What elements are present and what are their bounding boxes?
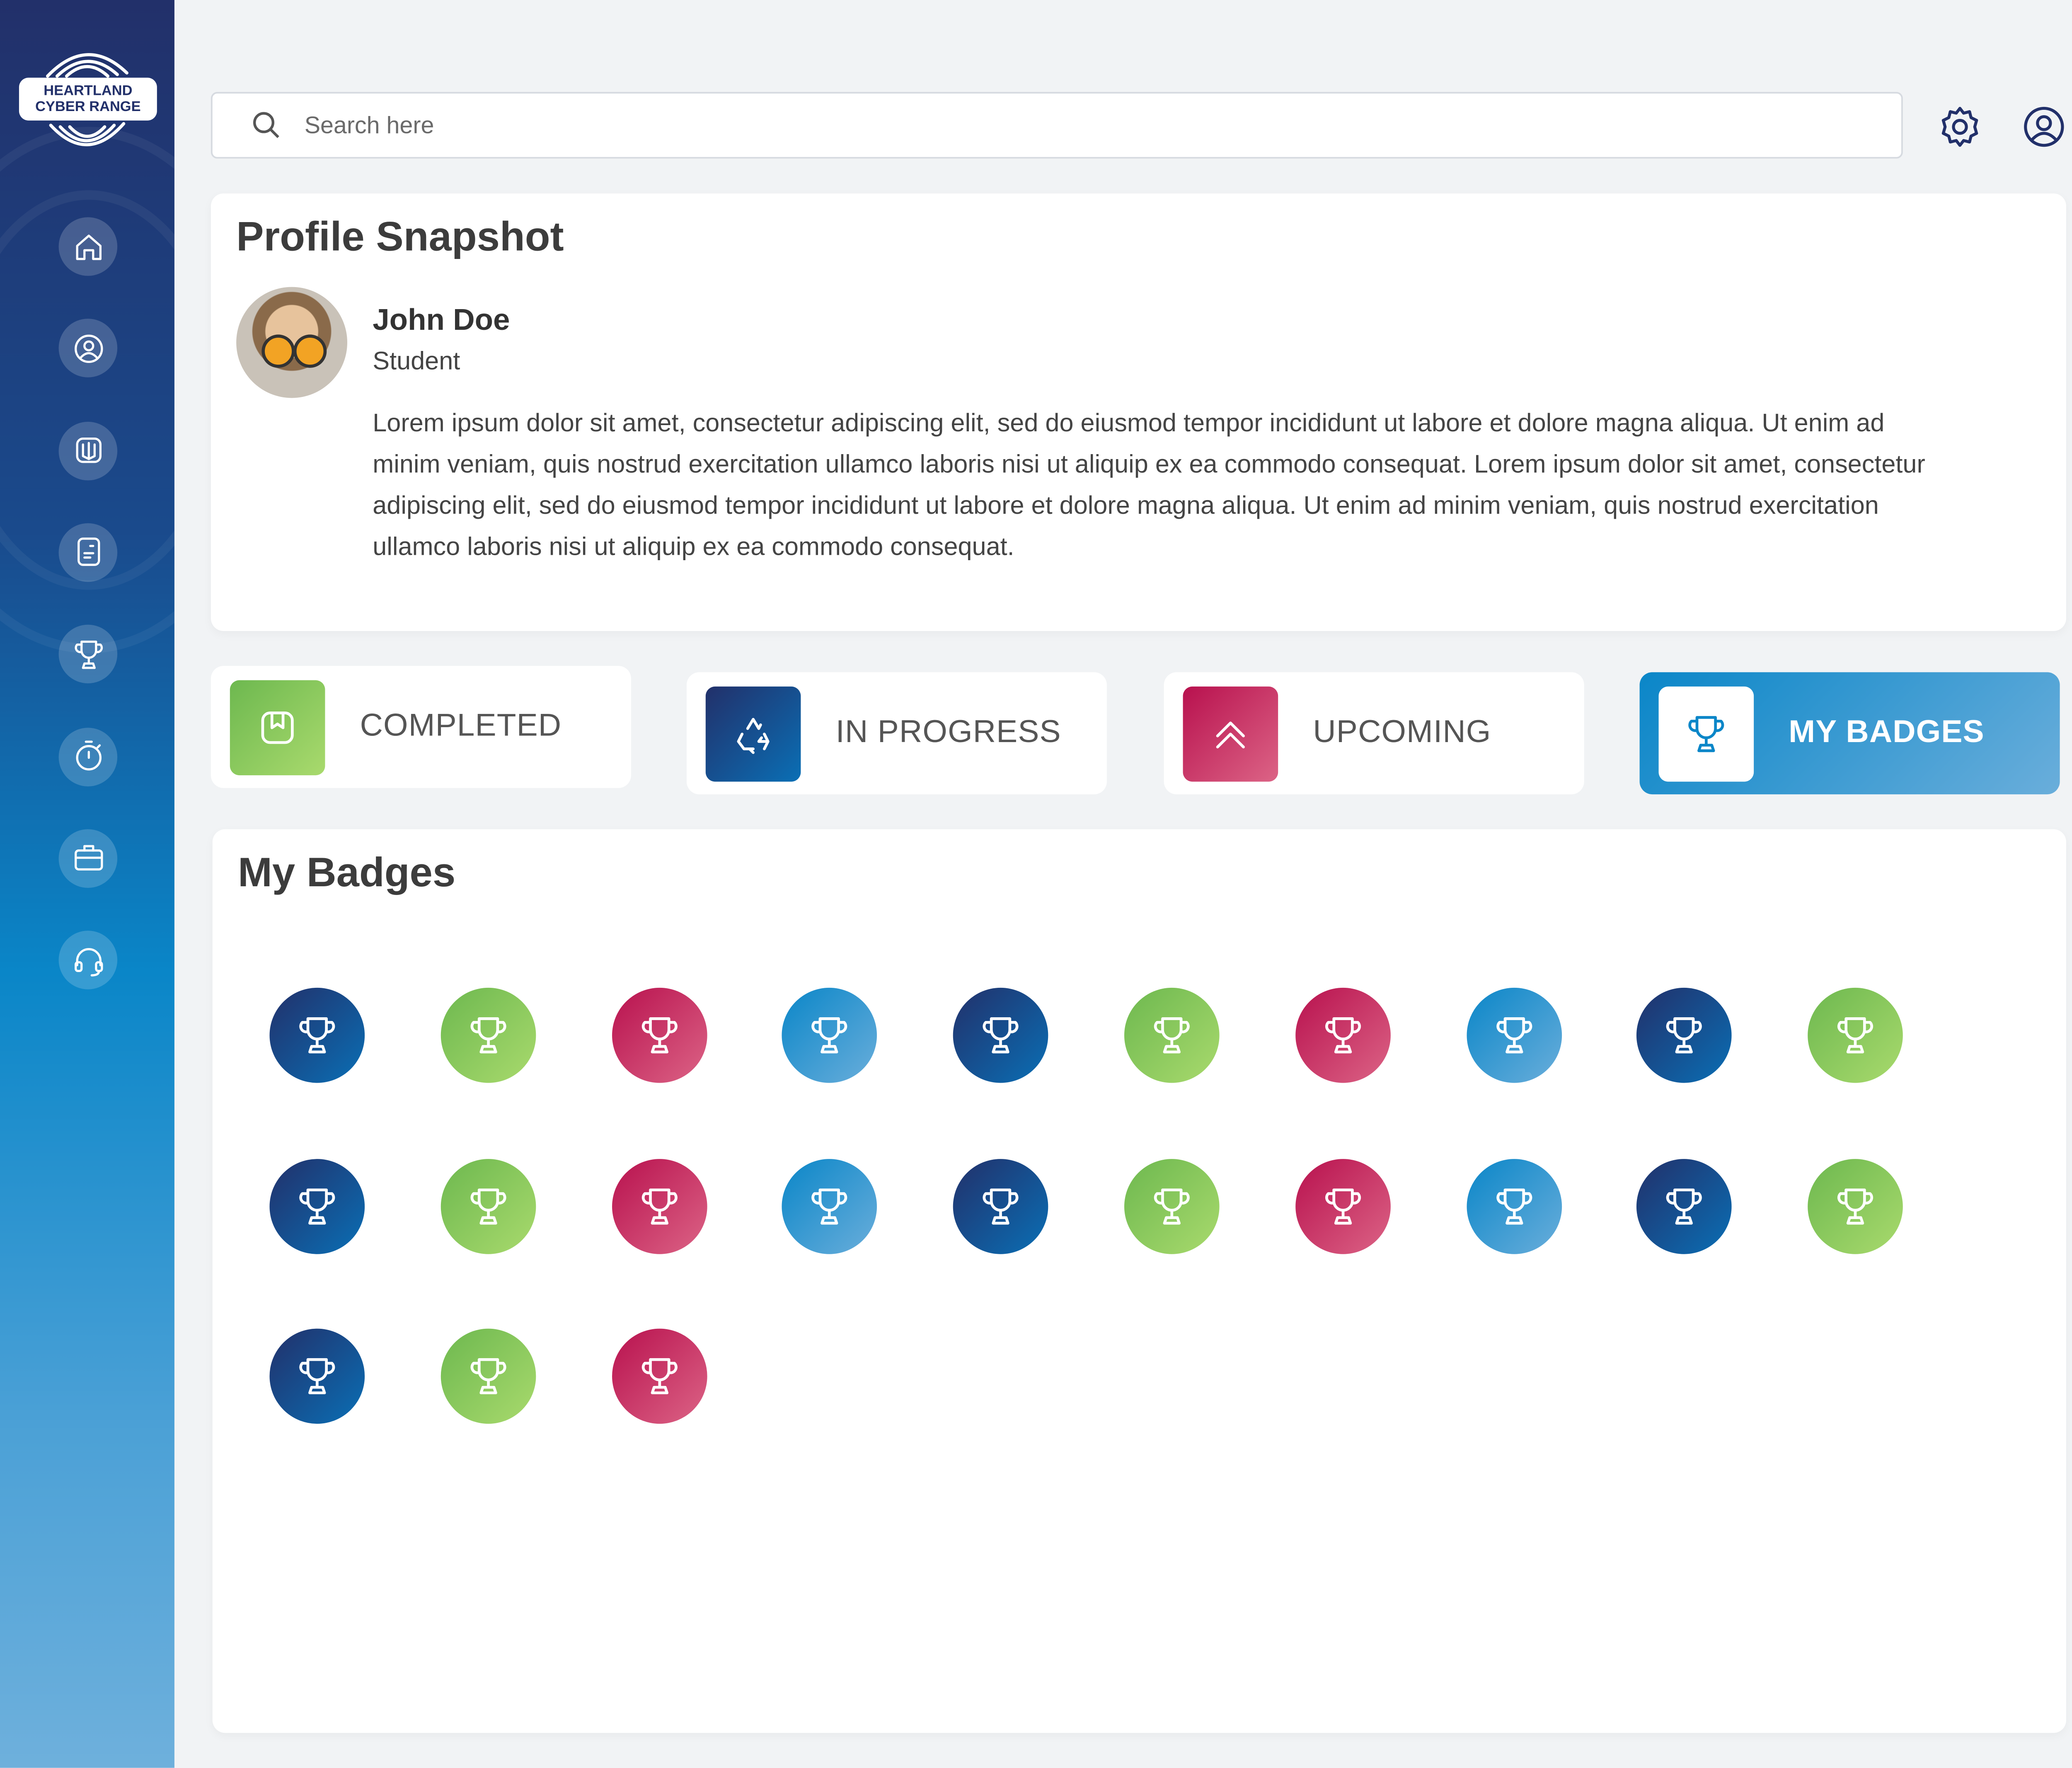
tab-completed[interactable]: COMPLETED — [211, 666, 631, 788]
chevron-up-icon — [1216, 721, 1245, 748]
trophy-icon — [470, 1358, 506, 1394]
badge-navy[interactable] — [953, 987, 1049, 1083]
search-input[interactable] — [301, 110, 1735, 140]
badge-navy[interactable] — [269, 1328, 365, 1424]
trophy-icon — [1325, 1188, 1361, 1224]
trophy-icon — [812, 1188, 848, 1224]
document-icon — [77, 538, 99, 567]
trophy-icon — [1667, 1017, 1703, 1054]
home-icon — [75, 234, 101, 259]
trophy-icon — [1837, 1188, 1874, 1224]
logo[interactable]: HEARTLAND CYBER RANGE — [19, 44, 157, 155]
badge-blue[interactable] — [782, 1158, 878, 1253]
trophy-icon — [1154, 1188, 1190, 1224]
sidebar-item-trophy[interactable] — [58, 625, 118, 684]
badge-navy[interactable] — [1637, 987, 1733, 1083]
tab-label: COMPLETED — [360, 709, 562, 744]
tab-icon-box — [230, 679, 325, 775]
trophy-icon — [1667, 1188, 1703, 1224]
badge-blue[interactable] — [782, 987, 878, 1083]
badge-blue[interactable] — [1466, 987, 1561, 1083]
badge-green[interactable] — [440, 1328, 536, 1424]
sidebar-item-home[interactable] — [58, 217, 118, 276]
tab-icon-box — [1183, 685, 1278, 781]
badge-navy[interactable] — [269, 987, 365, 1083]
badge-magenta[interactable] — [1295, 1158, 1391, 1253]
tab-label: MY BADGES — [1789, 715, 1985, 750]
logo-text: HEARTLAND CYBER RANGE — [19, 77, 157, 121]
badge-green[interactable] — [440, 1158, 536, 1253]
trophy-icon — [299, 1017, 335, 1054]
trophy-icon — [641, 1358, 677, 1394]
tab-icon-box — [705, 685, 801, 781]
trophy-icon — [299, 1358, 335, 1394]
search-icon — [253, 112, 279, 138]
trophy-icon — [299, 1188, 335, 1224]
badges-title: My Badges — [237, 848, 456, 896]
tab-in-progress[interactable]: IN PROGRESS — [686, 672, 1107, 795]
my-badges-card: My Badges — [212, 829, 2066, 1733]
user-icon — [74, 334, 102, 363]
trophy-icon — [1837, 1017, 1874, 1054]
sidebar-item-book[interactable] — [58, 421, 118, 480]
trophy-icon — [1154, 1017, 1190, 1054]
badge-blue[interactable] — [1466, 1158, 1561, 1253]
avatar-goggle — [261, 334, 295, 368]
badge-magenta[interactable] — [611, 987, 707, 1083]
badge-magenta[interactable] — [611, 1328, 707, 1424]
trophy-icon — [1325, 1017, 1361, 1054]
briefcase-icon — [74, 845, 102, 871]
badge-green[interactable] — [1808, 1158, 1903, 1253]
sidebar-item-stopwatch[interactable] — [58, 727, 118, 786]
trophy-icon — [812, 1017, 848, 1054]
tab-label: UPCOMING — [1313, 715, 1491, 750]
trophy-icon — [470, 1188, 506, 1224]
badge-navy[interactable] — [953, 1158, 1049, 1253]
profile-title: Profile Snapshot — [236, 212, 564, 260]
profile-snapshot-card: Profile Snapshot John Doe Student Lorem … — [211, 193, 2066, 631]
trophy-icon — [1496, 1188, 1532, 1224]
avatar — [236, 287, 348, 398]
trophy-icon — [1688, 715, 1724, 752]
trophy-icon — [641, 1188, 677, 1224]
sidebar: HEARTLAND CYBER RANGE — [0, 0, 174, 1768]
badge-magenta[interactable] — [1295, 987, 1391, 1083]
badge-green[interactable] — [1808, 987, 1903, 1083]
trophy-icon — [641, 1017, 677, 1054]
avatar-goggle — [293, 334, 327, 368]
trophy-icon — [1496, 1017, 1532, 1054]
trophy-icon — [983, 1188, 1019, 1224]
badge-green[interactable] — [440, 987, 536, 1083]
badge-navy[interactable] — [269, 1158, 365, 1253]
badge-green[interactable] — [1124, 1158, 1220, 1253]
stopwatch-icon — [75, 740, 101, 771]
trophy-icon — [470, 1017, 506, 1054]
trophy-icon — [983, 1017, 1019, 1054]
account-icon[interactable] — [2022, 105, 2066, 149]
search-bar[interactable] — [211, 92, 1903, 159]
trophy-icon — [74, 640, 102, 669]
badge-navy[interactable] — [1637, 1158, 1733, 1253]
tab-label: IN PROGRESS — [835, 715, 1061, 750]
book-icon — [75, 438, 101, 463]
user-bio: Lorem ipsum dolor sit amet, consectetur … — [373, 411, 1925, 561]
tab-icon-box — [1658, 685, 1754, 781]
user-name: John Doe — [373, 304, 510, 338]
tab-my-badges[interactable]: MY BADGES — [1639, 672, 2060, 795]
sidebar-item-headset[interactable] — [58, 931, 118, 990]
user-role: Student — [373, 348, 460, 376]
book-icon — [261, 711, 294, 743]
sidebar-item-briefcase[interactable] — [58, 829, 118, 888]
headset-icon — [74, 947, 102, 976]
tab-upcoming[interactable]: UPCOMING — [1164, 672, 1584, 795]
badge-magenta[interactable] — [611, 1158, 707, 1253]
sidebar-item-document[interactable] — [58, 523, 118, 582]
gear-icon[interactable] — [1938, 105, 1982, 149]
badge-green[interactable] — [1124, 987, 1220, 1083]
recycle-icon — [737, 717, 770, 753]
